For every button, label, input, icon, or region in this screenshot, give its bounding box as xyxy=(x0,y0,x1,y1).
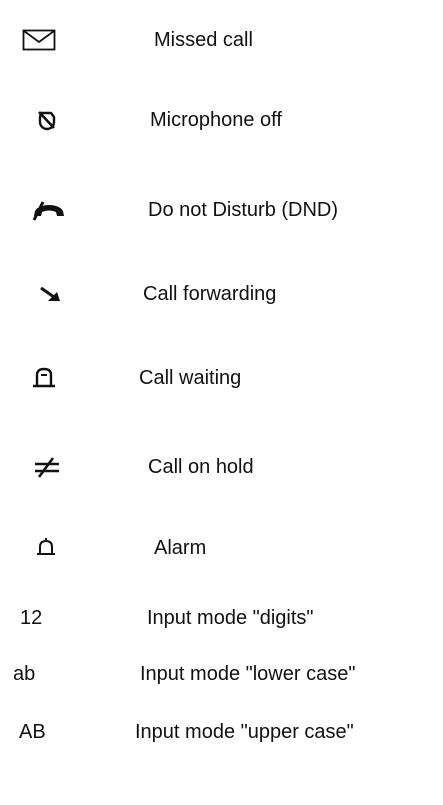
legend-row-missed-call: Missed call xyxy=(0,20,443,60)
legend-row-dnd: Do not Disturb (DND) xyxy=(0,190,443,230)
legend-row-input-lower-case: ab Input mode "lower case" xyxy=(0,654,443,694)
legend-label: Input mode "upper case" xyxy=(135,721,354,743)
input-mode-code: ab xyxy=(13,663,36,685)
icon-legend: Missed call Microphone off Do not Distur… xyxy=(0,0,443,805)
legend-label: Input mode "lower case" xyxy=(140,663,356,685)
legend-row-input-upper-case: AB Input mode "upper case" xyxy=(0,712,443,752)
bell-icon xyxy=(26,530,66,566)
legend-row-input-digits: 12 Input mode "digits" xyxy=(0,598,443,638)
envelope-icon xyxy=(19,22,59,58)
arrow-forward-icon xyxy=(31,276,71,312)
handset-dnd-icon xyxy=(29,192,69,228)
call-waiting-icon xyxy=(24,360,64,396)
legend-label: Do not Disturb (DND) xyxy=(148,199,339,221)
legend-label: Call forwarding xyxy=(143,283,277,305)
microphone-off-icon xyxy=(27,102,67,138)
legend-label: Microphone off xyxy=(150,109,282,131)
legend-label: Input mode "digits" xyxy=(147,607,314,629)
legend-label: Call on hold xyxy=(148,456,254,478)
legend-row-call-forwarding: Call forwarding xyxy=(0,274,443,314)
legend-row-call-on-hold: Call on hold xyxy=(0,447,443,487)
input-mode-code: AB xyxy=(19,721,46,743)
legend-row-alarm: Alarm xyxy=(0,528,443,568)
legend-label: Alarm xyxy=(154,537,207,559)
legend-label: Missed call xyxy=(154,29,253,51)
call-hold-icon xyxy=(27,449,67,485)
input-mode-code: 12 xyxy=(20,607,43,629)
legend-row-call-waiting: Call waiting xyxy=(0,358,443,398)
legend-row-microphone-off: Microphone off xyxy=(0,100,443,140)
legend-label: Call waiting xyxy=(139,367,242,389)
